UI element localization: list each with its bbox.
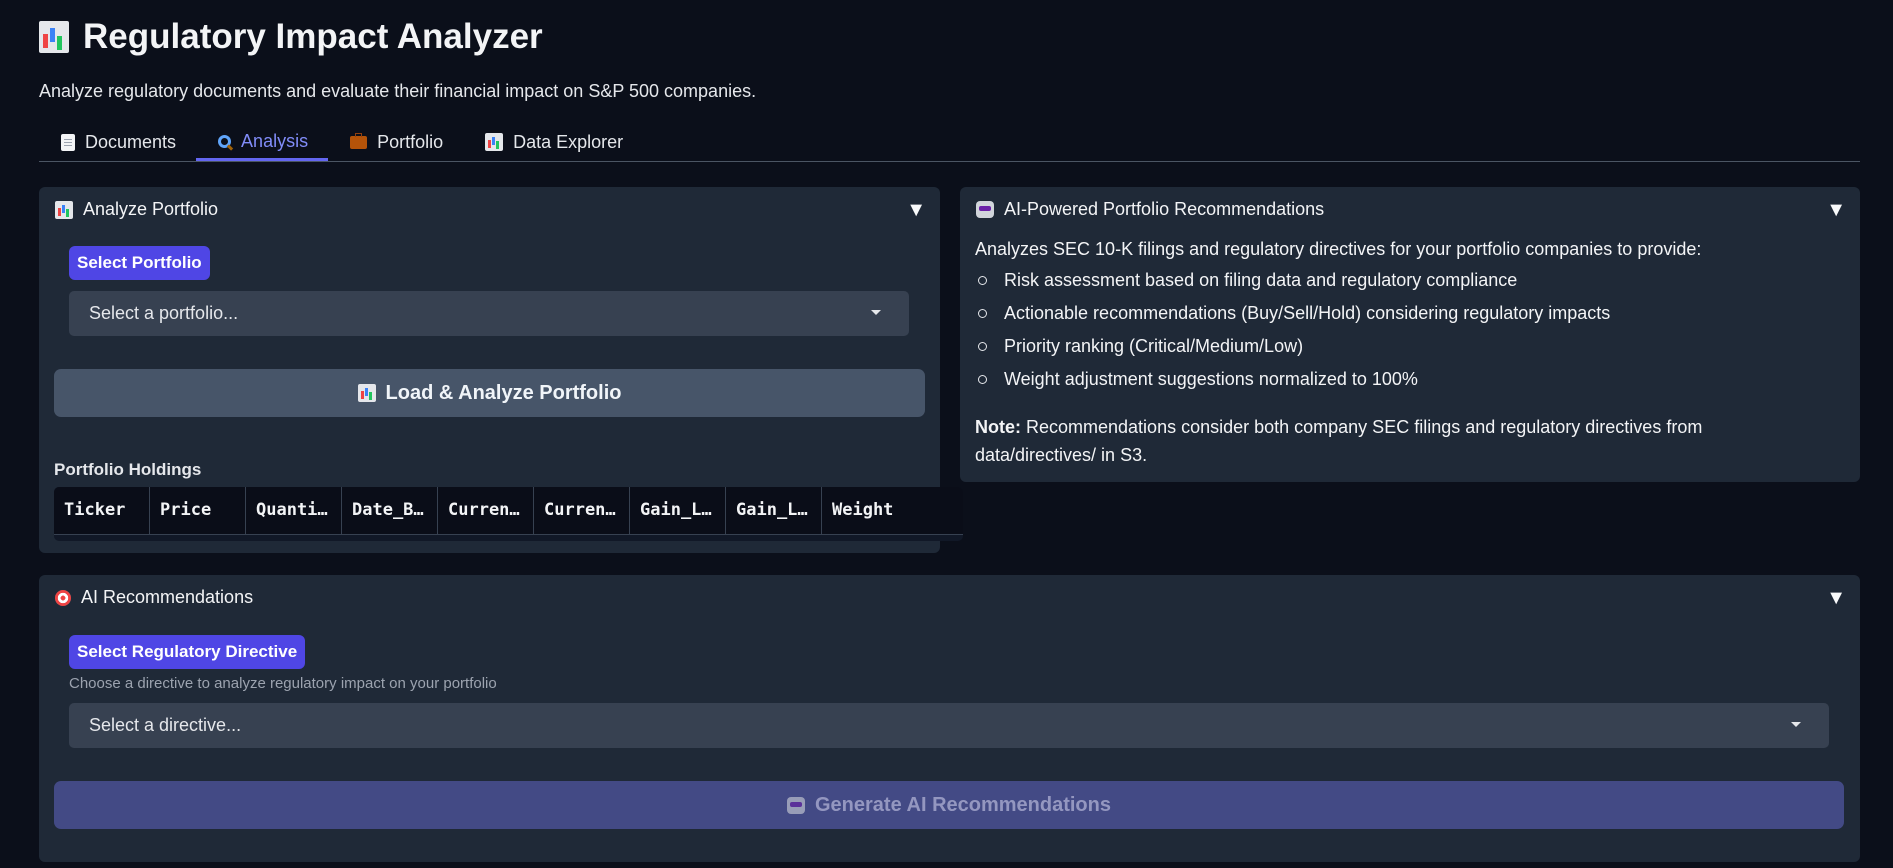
list-item-text: Weight adjustment suggestions normalized… [1004, 369, 1418, 389]
panel-header: AI-Powered Portfolio Recommendations [976, 199, 1324, 220]
list-item: Priority ranking (Critical/Medium/Low) [975, 336, 1303, 357]
list-item-text: Risk assessment based on filing data and… [1004, 270, 1518, 290]
select-directive-label: Select Regulatory Directive [69, 635, 306, 669]
note-text-line1: Recommendations consider both company SE… [1021, 417, 1703, 437]
bar-chart-icon [39, 21, 69, 53]
portfolio-select[interactable]: Select a portfolio... [69, 291, 909, 336]
column-header-price[interactable]: Price [150, 487, 246, 534]
page-title: Regulatory Impact Analyzer [83, 17, 543, 56]
select-placeholder: Select a portfolio... [89, 303, 239, 323]
tab-documents[interactable]: Documents [39, 124, 196, 160]
directive-select[interactable]: Select a directive... [69, 703, 1829, 748]
list-item-text: Actionable recommendations (Buy/Sell/Hol… [1004, 303, 1611, 323]
recommendations-info-panel: AI-Powered Portfolio Recommendations ▼ A… [960, 187, 1860, 482]
tab-portfolio[interactable]: Portfolio [328, 124, 463, 160]
collapse-toggle-icon[interactable]: ▼ [906, 199, 926, 222]
note-text-line2: data/directives/ in S3. [975, 445, 1148, 465]
list-item-text: Priority ranking (Critical/Medium/Low) [1004, 336, 1304, 356]
table-header-row: Ticker Price Quanti… Date_B… Curren… Cur… [54, 487, 963, 535]
app-root: Regulatory Impact Analyzer Analyze regul… [0, 0, 1893, 868]
column-header-gain-loss-pct[interactable]: Gain_L… [726, 487, 822, 534]
page-header: Regulatory Impact Analyzer [39, 14, 543, 60]
bar-chart-icon [55, 200, 73, 219]
bullet-marker [978, 276, 987, 285]
button-label: Generate AI Recommendations [814, 793, 1111, 816]
tab-label: Documents [85, 131, 177, 152]
panel-title: AI Recommendations [81, 587, 254, 607]
magnifier-icon [218, 134, 232, 148]
load-analyze-portfolio-button[interactable]: Load & Analyze Portfolio [54, 369, 925, 417]
select-placeholder: Select a directive... [89, 715, 242, 735]
bullet-marker [978, 342, 987, 351]
tab-bar: Documents Analysis Portfolio Data Explor… [39, 124, 1860, 162]
tab-data-explorer[interactable]: Data Explorer [463, 124, 643, 160]
list-item: Actionable recommendations (Buy/Sell/Hol… [975, 303, 1610, 324]
panel-title: Analyze Portfolio [83, 199, 219, 219]
column-header-quantity[interactable]: Quanti… [246, 487, 342, 534]
chevron-down-icon [1791, 722, 1801, 727]
panel-header: Analyze Portfolio [55, 199, 218, 220]
collapse-toggle-icon[interactable]: ▼ [1826, 199, 1846, 222]
column-header-current-price[interactable]: Curren… [438, 487, 534, 534]
bar-chart-icon [485, 133, 504, 151]
bullet-marker [978, 375, 987, 384]
page-title-row: Regulatory Impact Analyzer [39, 14, 543, 60]
list-item: Risk assessment based on filing data and… [975, 270, 1517, 291]
column-header-date-bought[interactable]: Date_B… [342, 487, 438, 534]
recommendations-note: Note: Recommendations consider both comp… [975, 413, 1702, 469]
tab-analysis[interactable]: Analysis [196, 124, 329, 161]
column-header-ticker[interactable]: Ticker [54, 487, 150, 534]
list-item: Weight adjustment suggestions normalized… [975, 369, 1418, 390]
column-header-gain-loss[interactable]: Gain_L… [630, 487, 726, 534]
ai-recommendations-panel: AI Recommendations ▼ Select Regulatory D… [39, 575, 1860, 862]
directive-hint: Choose a directive to analyze regulatory… [69, 675, 497, 692]
button-label: Load & Analyze Portfolio [385, 381, 622, 404]
target-icon [55, 589, 71, 606]
collapse-toggle-icon[interactable]: ▼ [1826, 587, 1846, 610]
column-header-current-value[interactable]: Curren… [534, 487, 630, 534]
panel-title: AI-Powered Portfolio Recommendations [1004, 199, 1325, 219]
bar-chart-icon [357, 384, 376, 402]
tab-label: Portfolio [377, 131, 444, 152]
portfolio-holdings-table: Ticker Price Quanti… Date_B… Curren… Cur… [54, 487, 963, 541]
bullet-marker [978, 309, 987, 318]
chevron-down-icon [871, 310, 881, 315]
note-label: Note: [975, 417, 1021, 437]
briefcase-icon [350, 132, 368, 149]
column-header-weight[interactable]: Weight [822, 487, 918, 534]
portfolio-holdings-label: Portfolio Holdings [54, 460, 202, 479]
generate-ai-recommendations-button[interactable]: Generate AI Recommendations [54, 781, 1844, 829]
select-portfolio-label: Select Portfolio [69, 246, 210, 280]
tab-label: Analysis [241, 130, 309, 151]
page-subtitle: Analyze regulatory documents and evaluat… [39, 81, 757, 101]
document-icon [61, 133, 75, 151]
panel-header: AI Recommendations [55, 587, 253, 608]
recommendations-intro: Analyzes SEC 10-K filings and regulatory… [975, 239, 1702, 259]
tab-label: Data Explorer [513, 131, 624, 152]
robot-icon [786, 796, 805, 814]
robot-icon [976, 201, 994, 218]
analyze-portfolio-panel: Analyze Portfolio ▼ Select Portfolio Sel… [39, 187, 963, 553]
